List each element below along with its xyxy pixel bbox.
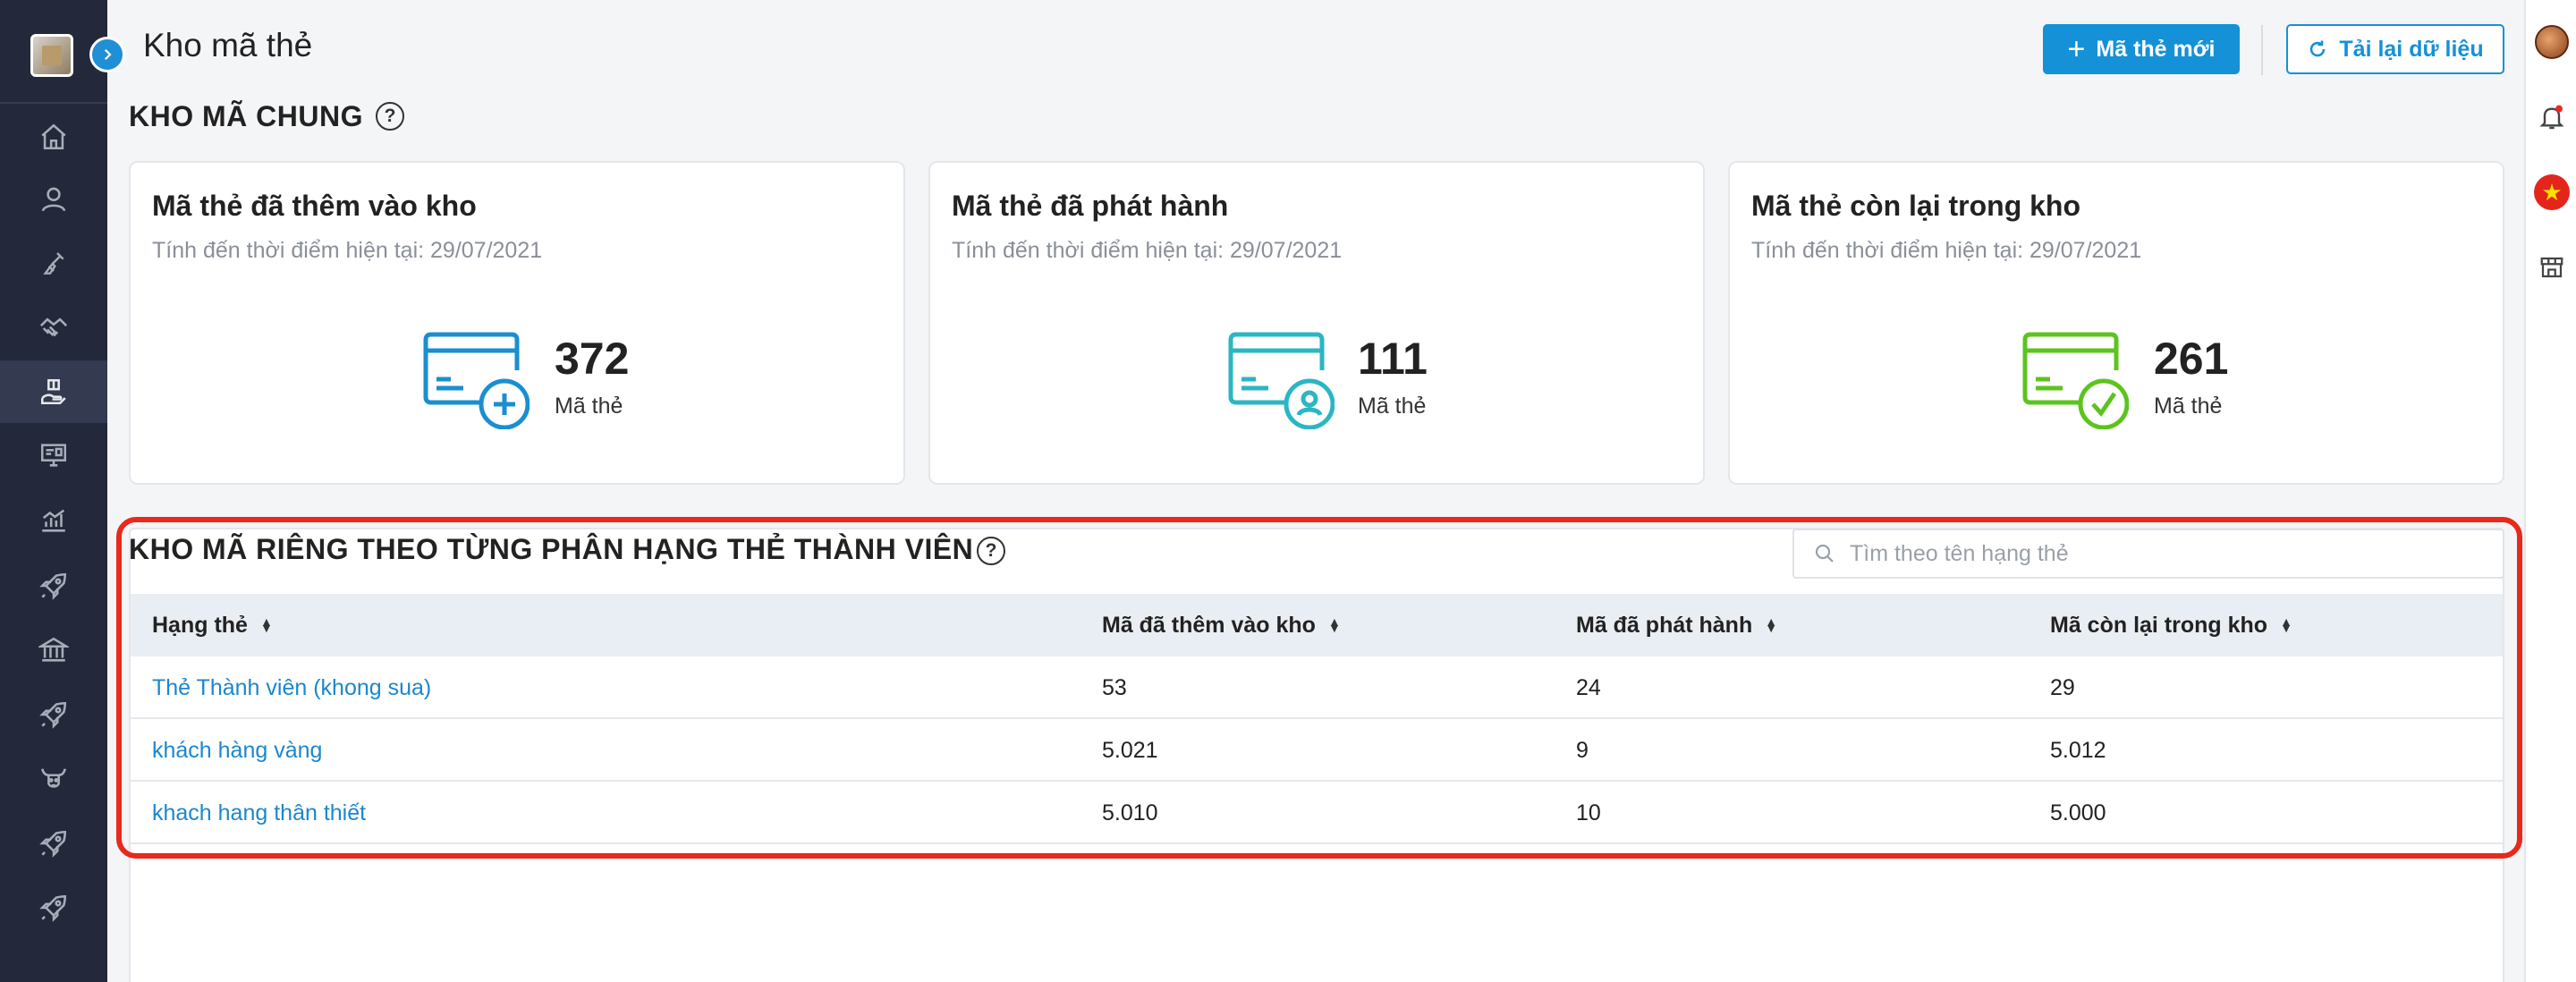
home-icon — [41, 123, 66, 150]
bull-icon — [41, 768, 66, 788]
monitor-icon — [40, 444, 67, 467]
card-title: Mã thẻ còn lại trong kho — [1751, 190, 2081, 222]
highlight-annotation — [116, 517, 2522, 859]
card-value: 111 — [1358, 334, 1428, 384]
right-rail: ★ — [2524, 0, 2576, 982]
card-title: Mã thẻ đã phát hành — [952, 190, 1229, 222]
help-icon[interactable]: ? — [376, 102, 404, 131]
sidebar-item-campaigns[interactable] — [0, 554, 107, 617]
sidebar-item-card-codes[interactable] — [0, 360, 107, 423]
sidebar-item-promotions[interactable] — [0, 683, 107, 746]
app-logo[interactable] — [30, 34, 73, 77]
rocket-icon — [39, 572, 67, 600]
chevron-right-icon — [104, 48, 112, 61]
header-divider — [2261, 25, 2263, 75]
notifications-button[interactable] — [2526, 95, 2576, 140]
card-check-icon — [2022, 332, 2129, 429]
sidebar-item-boost[interactable] — [0, 876, 107, 939]
card-subtitle: Tính đến thời điểm hiện tại: 29/07/2021 — [152, 238, 543, 263]
sidebar-item-customers[interactable] — [0, 168, 107, 231]
card-unit: Mã thẻ — [2154, 394, 2223, 419]
vietnam-flag-icon: ★ — [2534, 174, 2570, 210]
broom-icon — [43, 252, 64, 275]
gift-hand-icon — [40, 378, 66, 405]
card-subtitle: Tính đến thời điểm hiện tại: 29/07/2021 — [1751, 238, 2142, 263]
user-icon — [41, 187, 66, 212]
card-added: Mã thẻ đã thêm vào kho Tính đến thời điể… — [129, 161, 905, 485]
chart-icon — [42, 509, 65, 532]
rocket-icon — [39, 701, 67, 729]
overview-section-title: KHO MÃ CHUNG — [129, 100, 363, 132]
rocket-icon — [39, 894, 67, 922]
sidebar-item-home[interactable] — [0, 106, 107, 168]
card-unit: Mã thẻ — [1358, 394, 1427, 419]
rocket-icon — [39, 830, 67, 858]
bell-icon — [2539, 105, 2564, 130]
sidebar-item-cleanup[interactable] — [0, 233, 107, 295]
sidebar-item-launch[interactable] — [0, 812, 107, 875]
sidebar-item-partners[interactable] — [0, 297, 107, 360]
card-value: 372 — [555, 334, 630, 384]
avatar — [2535, 25, 2569, 59]
new-card-code-label: Mã thẻ mới — [2096, 36, 2216, 62]
new-card-code-button[interactable]: + Mã thẻ mới — [2043, 24, 2240, 74]
sidebar-item-market[interactable] — [0, 748, 107, 810]
card-value: 261 — [2154, 334, 2229, 384]
card-user-icon — [1228, 332, 1335, 429]
card-title: Mã thẻ đã thêm vào kho — [152, 190, 477, 222]
store-button[interactable] — [2526, 245, 2576, 290]
page-title: Kho mã thẻ — [143, 27, 313, 63]
refresh-icon — [2310, 40, 2326, 57]
card-issued: Mã thẻ đã phát hành Tính đến thời điểm h… — [928, 161, 1705, 485]
sidebar-item-bank[interactable] — [0, 619, 107, 681]
card-unit: Mã thẻ — [555, 394, 623, 419]
card-remaining: Mã thẻ còn lại trong kho Tính đến thời đ… — [1728, 161, 2504, 485]
sidebar-divider — [0, 102, 107, 104]
reload-data-button[interactable]: Tải lại dữ liệu — [2286, 24, 2504, 74]
sidebar-expand-button[interactable] — [89, 37, 125, 72]
bank-icon — [38, 637, 69, 662]
sidebar-item-pos[interactable] — [0, 424, 107, 487]
store-icon — [2540, 257, 2563, 278]
card-add-icon — [423, 332, 530, 429]
language-switch[interactable]: ★ — [2526, 170, 2576, 215]
card-subtitle: Tính đến thời điểm hiện tại: 29/07/2021 — [952, 238, 1343, 263]
handshake-icon — [39, 317, 68, 337]
sidebar-item-reports[interactable] — [0, 489, 107, 552]
reload-data-label: Tải lại dữ liệu — [2339, 36, 2484, 62]
plus-icon: + — [2067, 32, 2086, 66]
sidebar — [0, 0, 107, 982]
user-avatar[interactable] — [2526, 20, 2576, 64]
